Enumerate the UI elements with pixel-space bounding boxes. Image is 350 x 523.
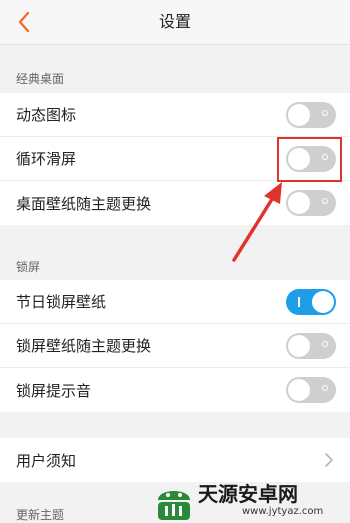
toggle-on-indicator: [298, 297, 300, 307]
lock-wallpaper-follow-theme-toggle[interactable]: [286, 333, 336, 359]
settings-group-lock-screen: 节日锁屏壁纸 锁屏壁纸随主题更换 锁屏提示音: [0, 280, 350, 412]
chevron-right-icon: [325, 453, 333, 467]
setting-label: 锁屏壁纸随主题更换: [16, 337, 152, 355]
toggle-off-indicator: [322, 110, 328, 116]
header-bar: 设置: [0, 0, 350, 45]
setting-label: 锁屏提示音: [16, 381, 92, 400]
settings-group-user-notice: 用户须知: [0, 438, 350, 482]
lock-sound-toggle[interactable]: [286, 377, 336, 403]
toggle-off-indicator: [322, 341, 328, 347]
watermark-text: 天源安卓网: [198, 482, 298, 506]
toggle-knob: [288, 192, 310, 214]
toggle-knob: [288, 104, 310, 126]
toggle-knob: [288, 379, 310, 401]
wallpaper-follow-theme-toggle[interactable]: [286, 190, 336, 216]
setting-label: 循环滑屏: [16, 150, 77, 168]
setting-label: 用户须知: [16, 451, 77, 470]
toggle-off-indicator: [322, 385, 328, 391]
section-label-classic-desktop: 经典桌面: [16, 72, 65, 86]
android-logo-icon: [158, 491, 190, 520]
annotation-arrow-icon: [232, 182, 282, 262]
highlight-box: [277, 137, 342, 182]
toggle-knob: [312, 291, 334, 313]
toggle-off-indicator: [322, 198, 328, 204]
setting-label: 节日锁屏壁纸: [16, 293, 107, 311]
holiday-lock-wallpaper-toggle[interactable]: [286, 289, 336, 315]
setting-label: 动态图标: [16, 106, 77, 124]
setting-row-lock-sound[interactable]: 锁屏提示音: [0, 368, 350, 412]
dynamic-icon-toggle[interactable]: [286, 102, 336, 128]
setting-row-dynamic-icon[interactable]: 动态图标: [0, 93, 350, 137]
setting-row-lock-wallpaper-follow-theme[interactable]: 锁屏壁纸随主题更换: [0, 324, 350, 368]
page-title: 设置: [158, 12, 191, 31]
setting-label: 桌面壁纸随主题更换: [16, 194, 152, 213]
setting-row-holiday-lock-wallpaper[interactable]: 节日锁屏壁纸: [0, 280, 350, 324]
watermark: 天源安卓网 www.jytyaz.com: [150, 478, 350, 523]
section-label-lock-screen: 锁屏: [16, 260, 41, 274]
toggle-knob: [288, 335, 310, 357]
setting-row-wallpaper-follow-theme[interactable]: 桌面壁纸随主题更换: [0, 181, 350, 225]
watermark-url: www.jytyaz.com: [242, 506, 324, 517]
section-label-update-theme: 更新主题: [16, 508, 65, 522]
setting-row-user-notice[interactable]: 用户须知: [0, 438, 350, 482]
